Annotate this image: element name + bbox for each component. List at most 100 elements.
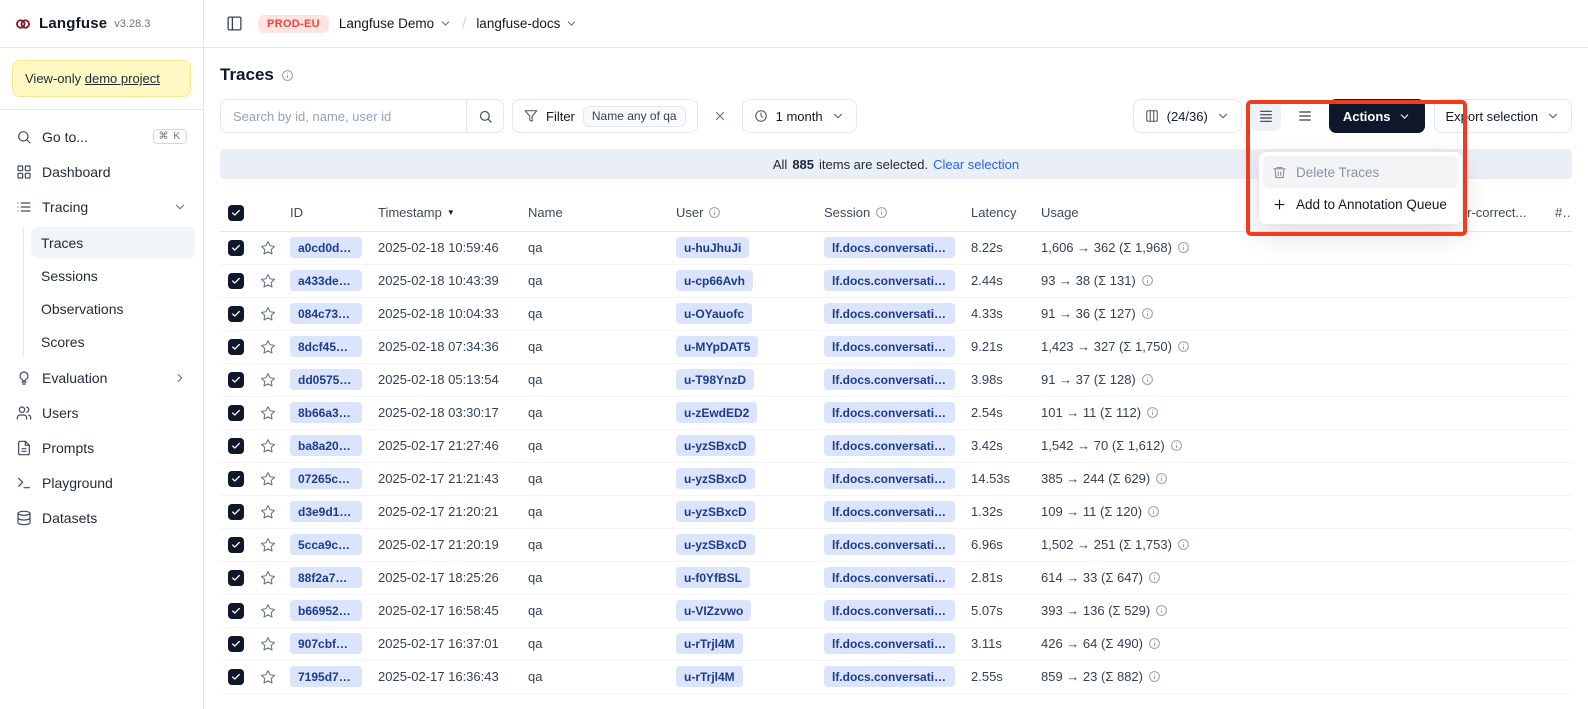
- row-checkbox[interactable]: [228, 273, 244, 289]
- columns-button[interactable]: (24/36): [1133, 99, 1242, 133]
- trace-id-badge[interactable]: a433de51...: [290, 270, 362, 291]
- menu-item-add-to-annotation-queue[interactable]: Add to Annotation Queue: [1263, 188, 1458, 220]
- row-checkbox[interactable]: [228, 306, 244, 322]
- info-icon[interactable]: [1177, 241, 1190, 254]
- info-icon[interactable]: [1170, 439, 1183, 452]
- sidebar-item-dashboard[interactable]: Dashboard: [8, 155, 195, 188]
- time-range-button[interactable]: 1 month: [742, 99, 857, 133]
- trace-id-badge[interactable]: 07265c7a...: [290, 468, 362, 489]
- project-selector[interactable]: langfuse-docs: [476, 16, 578, 31]
- session-badge[interactable]: lf.docs.conversation...: [824, 402, 955, 423]
- trace-id-badge[interactable]: 907cbf6e...: [290, 633, 362, 654]
- star-icon[interactable]: [260, 471, 276, 487]
- row-checkbox[interactable]: [228, 438, 244, 454]
- menu-item-delete-traces[interactable]: Delete Traces: [1263, 156, 1458, 188]
- user-badge[interactable]: u-huJhuJi: [676, 237, 749, 258]
- info-icon[interactable]: [1141, 274, 1154, 287]
- sidebar-item-scores[interactable]: Scores: [31, 326, 195, 357]
- user-badge[interactable]: u-cp66Avh: [676, 270, 753, 291]
- star-icon[interactable]: [260, 240, 276, 256]
- user-badge[interactable]: u-OYauofc: [676, 303, 752, 324]
- star-icon[interactable]: [260, 339, 276, 355]
- row-checkbox[interactable]: [228, 405, 244, 421]
- column-header-timestamp[interactable]: Timestamp▼: [370, 195, 520, 231]
- trace-id-badge[interactable]: 5cca9cf2...: [290, 534, 362, 555]
- clear-selection-link[interactable]: Clear selection: [933, 157, 1019, 172]
- trace-id-badge[interactable]: 8dcf4574...: [290, 336, 362, 357]
- user-badge[interactable]: u-yzSBxcD: [676, 435, 755, 456]
- sidebar-item-prompts[interactable]: Prompts: [8, 431, 195, 464]
- row-checkbox[interactable]: [228, 240, 244, 256]
- info-icon[interactable]: [1148, 571, 1161, 584]
- star-icon[interactable]: [260, 603, 276, 619]
- row-checkbox[interactable]: [228, 537, 244, 553]
- info-icon[interactable]: [281, 69, 294, 82]
- info-icon[interactable]: [1146, 406, 1159, 419]
- search-input[interactable]: [220, 99, 466, 133]
- info-icon[interactable]: [1141, 307, 1154, 320]
- star-icon[interactable]: [260, 570, 276, 586]
- actions-button[interactable]: Actions: [1329, 99, 1425, 133]
- star-icon[interactable]: [260, 306, 276, 322]
- user-badge[interactable]: u-VIZzvwo: [676, 600, 751, 621]
- column-header-session[interactable]: Session: [816, 195, 963, 231]
- column-header-latency[interactable]: Latency: [963, 195, 1033, 231]
- row-checkbox[interactable]: [228, 339, 244, 355]
- clear-filter-button[interactable]: [706, 102, 734, 130]
- sidebar-item-evaluation[interactable]: Evaluation: [8, 361, 195, 394]
- trace-id-badge[interactable]: b669529...: [290, 600, 362, 621]
- session-badge[interactable]: lf.docs.conversation...: [824, 600, 955, 621]
- trace-id-badge[interactable]: 88f2a7b0...: [290, 567, 362, 588]
- trace-id-badge[interactable]: 8b66a34...: [290, 402, 362, 423]
- star-icon[interactable]: [260, 504, 276, 520]
- user-badge[interactable]: u-zEwdED2: [676, 402, 757, 423]
- star-icon[interactable]: [260, 273, 276, 289]
- demo-project-link[interactable]: demo project: [85, 71, 160, 86]
- session-badge[interactable]: lf.docs.conversation...: [824, 633, 955, 654]
- session-badge[interactable]: lf.docs.conversation...: [824, 468, 955, 489]
- column-header-user[interactable]: User: [668, 195, 816, 231]
- session-badge[interactable]: lf.docs.conversation...: [824, 270, 955, 291]
- info-icon[interactable]: [1147, 505, 1160, 518]
- row-checkbox[interactable]: [228, 669, 244, 685]
- info-icon[interactable]: [1177, 340, 1190, 353]
- column-header-extra[interactable]: # c...: [1547, 195, 1572, 231]
- row-height-expanded-button[interactable]: [1290, 101, 1320, 131]
- row-checkbox[interactable]: [228, 372, 244, 388]
- sidebar-item-tracing[interactable]: Tracing: [8, 190, 195, 223]
- row-checkbox[interactable]: [228, 603, 244, 619]
- trace-id-badge[interactable]: ba8a208f...: [290, 435, 362, 456]
- session-badge[interactable]: lf.docs.conversation...: [824, 237, 955, 258]
- export-selection-button[interactable]: Export selection: [1434, 99, 1573, 133]
- trace-id-badge[interactable]: d3e9d1f2...: [290, 501, 362, 522]
- user-badge[interactable]: u-MYpDAT5: [676, 336, 758, 357]
- star-icon[interactable]: [260, 438, 276, 454]
- row-checkbox[interactable]: [228, 636, 244, 652]
- session-badge[interactable]: lf.docs.conversation...: [824, 666, 955, 687]
- filter-button[interactable]: Filter Name any of qa: [512, 99, 698, 133]
- star-icon[interactable]: [260, 636, 276, 652]
- star-icon[interactable]: [260, 537, 276, 553]
- goto-search[interactable]: Go to... ⌘ K: [8, 120, 195, 153]
- sidebar-toggle-button[interactable]: [220, 10, 248, 38]
- star-icon[interactable]: [260, 405, 276, 421]
- star-icon[interactable]: [260, 669, 276, 685]
- row-checkbox[interactable]: [228, 504, 244, 520]
- session-badge[interactable]: lf.docs.conversation...: [824, 369, 955, 390]
- info-icon[interactable]: [1155, 604, 1168, 617]
- user-badge[interactable]: u-T98YnzD: [676, 369, 754, 390]
- user-badge[interactable]: u-rTrjl4M: [676, 666, 743, 687]
- row-height-compact-button[interactable]: [1251, 101, 1281, 131]
- session-badge[interactable]: lf.docs.conversation...: [824, 567, 955, 588]
- org-selector[interactable]: Langfuse Demo: [339, 16, 452, 31]
- column-header-id[interactable]: ID: [282, 195, 370, 231]
- sidebar-item-traces[interactable]: Traces: [31, 227, 195, 258]
- trace-id-badge[interactable]: a0cd0d9...: [290, 237, 362, 258]
- star-icon[interactable]: [260, 372, 276, 388]
- column-header-usage[interactable]: Usage: [1033, 195, 1257, 231]
- user-badge[interactable]: u-yzSBxcD: [676, 468, 755, 489]
- session-badge[interactable]: lf.docs.conversation...: [824, 336, 955, 357]
- trace-id-badge[interactable]: 084c739...: [290, 303, 362, 324]
- select-all-checkbox[interactable]: [228, 205, 244, 221]
- session-badge[interactable]: lf.docs.conversation...: [824, 435, 955, 456]
